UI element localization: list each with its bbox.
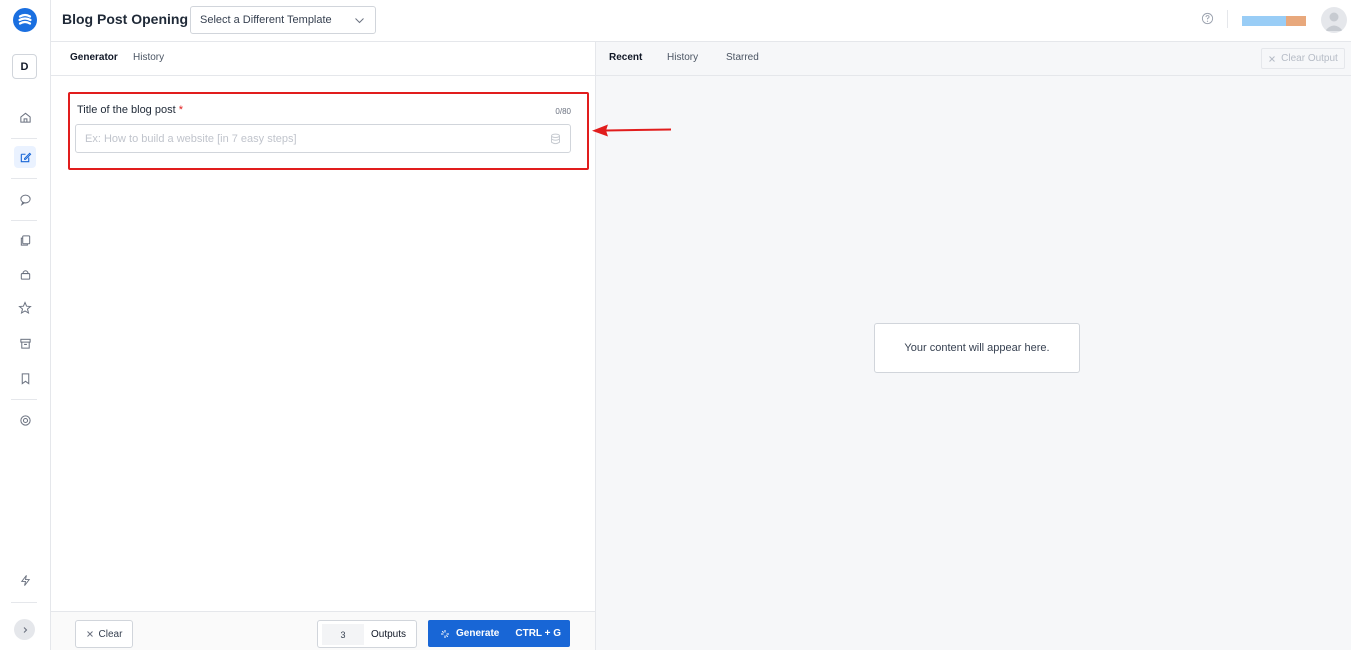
tab-recent[interactable]: Recent	[609, 52, 642, 63]
template-select[interactable]: Select a Different Template	[190, 6, 376, 34]
clear-output-button[interactable]: Clear Output	[1261, 48, 1345, 69]
usage-meter-fill	[1242, 16, 1286, 26]
usage-meter[interactable]	[1242, 16, 1306, 26]
left-rail: D	[0, 0, 51, 650]
avatar[interactable]	[1321, 7, 1347, 33]
blog-title-placeholder: Ex: How to build a website [in 7 easy st…	[85, 132, 297, 145]
bolt-icon[interactable]	[14, 569, 36, 591]
tab-output-history[interactable]: History	[667, 52, 698, 63]
edit-icon[interactable]	[14, 146, 36, 168]
page-title: Blog Post Opening	[62, 11, 188, 27]
archive-icon[interactable]	[14, 332, 36, 354]
outputs-stepper: 3 Outputs	[317, 620, 417, 648]
star-icon[interactable]	[14, 297, 36, 319]
lock-icon[interactable]	[14, 263, 36, 285]
app-root: D Blog Post Opening Select a Different T…	[0, 0, 1351, 650]
blog-title-label: Title of the blog post *	[77, 104, 183, 116]
tab-starred[interactable]: Starred	[726, 52, 759, 63]
home-icon[interactable]	[14, 106, 36, 128]
clear-button[interactable]: Clear	[75, 620, 133, 648]
tab-generator[interactable]: Generator	[70, 52, 118, 63]
generate-button-label: Generate	[456, 628, 500, 639]
close-icon	[1269, 55, 1275, 62]
usage-meter-fill-secondary	[1285, 16, 1306, 26]
generator-tabs: Generator History	[51, 42, 595, 76]
support-icon[interactable]	[14, 409, 36, 431]
rail-divider	[11, 399, 37, 400]
template-select-label: Select a Different Template	[200, 14, 332, 26]
database-icon[interactable]	[550, 133, 561, 145]
generator-footer: Clear 3 Outputs Generate CTRL + G	[51, 611, 595, 650]
clear-button-label: Clear	[98, 628, 123, 640]
sparkle-icon	[441, 629, 449, 638]
copy-icon[interactable]	[14, 229, 36, 251]
chat-icon[interactable]	[14, 188, 36, 210]
chevron-right-icon	[23, 626, 27, 633]
character-counter: 0/80	[555, 107, 571, 116]
generator-panel: Generator History Title of the blog post…	[51, 42, 596, 650]
blog-title-input[interactable]: Ex: How to build a website [in 7 easy st…	[75, 124, 571, 153]
rail-divider	[11, 602, 37, 603]
outputs-count-input[interactable]: 3	[322, 624, 364, 645]
bookmark-icon[interactable]	[14, 367, 36, 389]
output-panel: Recent History Starred Clear Output Your…	[596, 42, 1351, 650]
annotation-arrow-icon	[592, 124, 672, 137]
rail-divider	[11, 178, 37, 179]
chevron-down-icon	[355, 18, 364, 24]
rail-divider	[11, 138, 37, 139]
close-icon	[86, 631, 93, 637]
workspace-badge[interactable]: D	[12, 54, 37, 79]
clear-output-label: Clear Output	[1281, 53, 1338, 64]
blog-title-label-text: Title of the blog post	[77, 104, 176, 116]
header-divider	[1227, 10, 1228, 28]
generate-shortcut: CTRL + G	[515, 628, 562, 639]
top-bar: Blog Post Opening Select a Different Tem…	[51, 0, 1351, 42]
required-mark: *	[178, 104, 183, 116]
brand-logo-icon[interactable]	[13, 8, 37, 32]
empty-output-placeholder: Your content will appear here.	[874, 323, 1080, 373]
output-tabs: Recent History Starred Clear Output	[596, 42, 1351, 76]
generate-button[interactable]: Generate CTRL + G	[428, 620, 570, 647]
expand-sidebar-button[interactable]	[14, 619, 35, 640]
tab-history[interactable]: History	[133, 52, 164, 63]
help-icon[interactable]	[1201, 12, 1214, 25]
rail-divider	[11, 220, 37, 221]
blog-title-field-highlight: Title of the blog post * 0/80 Ex: How to…	[68, 92, 589, 170]
outputs-label: Outputs	[371, 629, 407, 640]
